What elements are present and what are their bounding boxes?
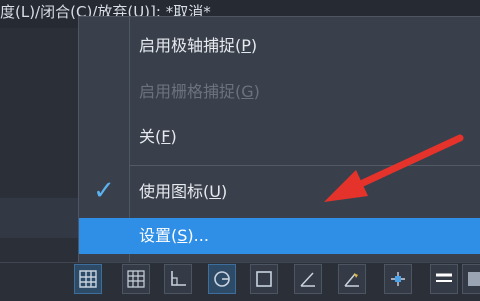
iso-draft-icon[interactable] — [294, 264, 322, 294]
drawing-area-left — [0, 28, 78, 266]
object-snap-tracking-icon[interactable] — [384, 264, 412, 294]
menu-item-label: 设置(S)... — [139, 226, 209, 245]
left-panel-band — [0, 198, 78, 238]
transparency-icon[interactable] — [462, 264, 480, 294]
menu-item-label: 启用栅格捕捉(G) — [139, 82, 260, 101]
annotation-arrow-icon — [324, 134, 464, 202]
menu-item-settings[interactable]: 设置(S)... — [79, 218, 480, 254]
ortho-icon[interactable] — [164, 264, 192, 294]
snap-grid-icon[interactable] — [122, 264, 150, 294]
dynamic-ucs-icon[interactable] — [338, 264, 366, 294]
menu-item-label: 启用极轴捕捉(P) — [139, 36, 258, 55]
checkmark-icon: ✓ — [93, 176, 115, 206]
menu-item-enable-polar-snap[interactable]: 启用极轴捕捉(P) — [79, 29, 480, 63]
object-snap-icon[interactable] — [250, 264, 278, 294]
menu-item-label: 关(F) — [139, 127, 177, 146]
polar-tracking-icon[interactable] — [208, 264, 236, 294]
lineweight-icon[interactable] — [430, 264, 458, 294]
grid-display-icon[interactable] — [74, 264, 102, 294]
menu-item-label: 使用图标(U) — [139, 182, 228, 201]
menu-item-enable-grid-snap: 启用栅格捕捉(G) — [79, 75, 480, 109]
